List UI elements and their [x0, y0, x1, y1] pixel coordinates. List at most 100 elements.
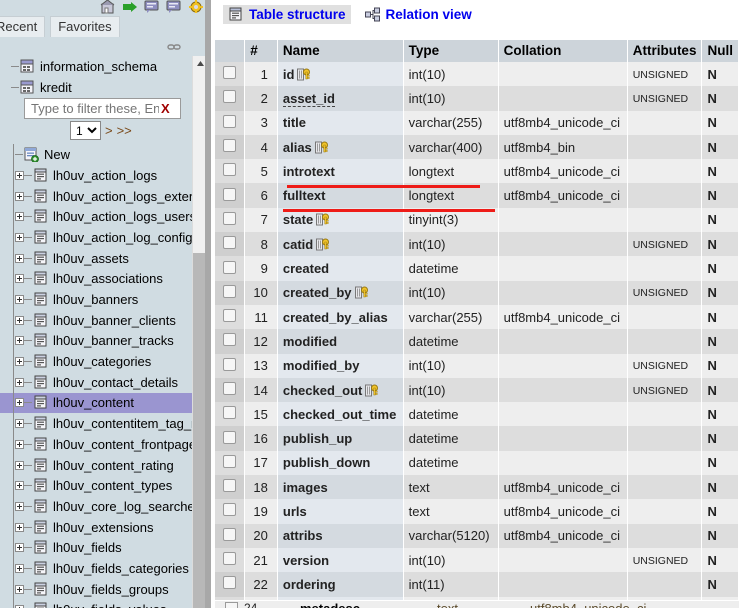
row-select-cell[interactable]	[215, 256, 246, 281]
sidebar-item-lh0uv_assets[interactable]: lh0uv_assets	[0, 247, 196, 269]
sidebar-scrollbar[interactable]	[192, 56, 207, 608]
row-checkbox[interactable]	[223, 163, 237, 177]
column-header-attributes[interactable]: Attributes	[627, 40, 703, 62]
sidebar-item-lh0uv_action_logs[interactable]: lh0uv_action_logs	[0, 165, 196, 186]
table-row[interactable]: 19 urls text utf8mb4_unicode_ci N	[215, 499, 739, 524]
sidebar-resize-divider[interactable]	[205, 0, 211, 608]
sidebar-item-lh0uv_content[interactable]: lh0uv_content	[0, 392, 196, 414]
row-select-cell[interactable]	[215, 183, 246, 208]
row-checkbox[interactable]	[223, 454, 237, 468]
sidebar-item-lh0uv_action_logs_extens[interactable]: lh0uv_action_logs_extens	[0, 185, 196, 207]
expand-icon[interactable]	[15, 212, 24, 222]
table-row[interactable]: 24 metadesc text utf8mb4_unicode_ci	[215, 600, 739, 608]
column-name-cell[interactable]: images	[277, 475, 404, 500]
expand-icon[interactable]	[15, 357, 24, 367]
row-checkbox[interactable]	[223, 333, 237, 347]
expand-icon[interactable]	[15, 563, 24, 573]
row-checkbox[interactable]	[223, 284, 237, 298]
tab-favorites[interactable]: Favorites	[50, 15, 120, 37]
expand-icon[interactable]	[15, 315, 24, 325]
expand-icon[interactable]	[15, 543, 24, 553]
table-row[interactable]: 22 ordering int(11) N	[215, 572, 739, 597]
expand-icon[interactable]	[15, 439, 24, 449]
comment-icon[interactable]	[166, 0, 183, 14]
column-header-collation[interactable]: Collation	[498, 40, 628, 62]
row-checkbox[interactable]	[223, 309, 237, 323]
column-name-cell[interactable]: asset_id	[277, 86, 404, 111]
page-select[interactable]: 1	[70, 121, 101, 140]
tab-recent[interactable]: Recent	[0, 15, 46, 37]
row-select-cell[interactable]	[215, 134, 246, 160]
sidebar-item-lh0uv_content_frontpage[interactable]: lh0uv_content_frontpage	[0, 434, 196, 455]
column-name[interactable]: metadesc	[300, 601, 360, 608]
search-input[interactable]	[29, 100, 161, 117]
table-filter-box[interactable]: X	[24, 98, 181, 119]
row-select-cell[interactable]	[215, 280, 246, 305]
expand-icon[interactable]	[15, 253, 24, 263]
table-row[interactable]: 2 asset_id int(10) UNSIGNED N	[215, 86, 739, 111]
row-select-cell[interactable]	[215, 499, 246, 524]
expand-icon[interactable]	[15, 232, 24, 242]
expand-icon[interactable]	[15, 170, 24, 180]
column-name-cell[interactable]: alias	[277, 134, 404, 160]
row-select-cell[interactable]	[215, 232, 246, 257]
row-select-cell[interactable]	[215, 475, 246, 500]
column-name-cell[interactable]: version	[277, 547, 404, 573]
column-name-cell[interactable]: checked_out	[277, 377, 404, 403]
row-select-cell[interactable]	[215, 572, 246, 597]
row-select-cell[interactable]	[215, 377, 246, 403]
next-page-link[interactable]: >	[105, 123, 113, 138]
tab-relation-view[interactable]: Relation view	[360, 5, 477, 24]
settings-icon[interactable]	[188, 0, 205, 14]
row-select-cell[interactable]	[215, 304, 246, 330]
row-select-cell[interactable]	[215, 207, 246, 233]
sidebar-item-lh0uv_core_log_searches[interactable]: lh0uv_core_log_searches	[0, 496, 196, 517]
column-name-cell[interactable]: modified	[277, 329, 404, 354]
tree-item-information-schema[interactable]: information_schema	[0, 56, 196, 77]
column-name-cell[interactable]: ordering	[277, 572, 404, 597]
row-checkbox[interactable]	[223, 552, 237, 566]
column-name-cell[interactable]: created	[277, 256, 404, 281]
expand-icon[interactable]	[15, 522, 24, 532]
chain-link-icon[interactable]	[167, 41, 181, 51]
column-name-cell[interactable]: urls	[277, 499, 404, 524]
expand-icon[interactable]	[15, 377, 24, 387]
sidebar-item-lh0uv_banners[interactable]: lh0uv_banners	[0, 289, 196, 310]
row-checkbox[interactable]	[223, 139, 237, 153]
expand-icon[interactable]	[15, 336, 24, 346]
table-row[interactable]: 8 catid int(10) UNSIGNED N	[215, 232, 739, 257]
table-row[interactable]: 16 publish_up datetime N	[215, 426, 739, 451]
sidebar-item-lh0uv_fields_groups[interactable]: lh0uv_fields_groups	[0, 578, 196, 600]
row-checkbox[interactable]	[223, 114, 237, 128]
sidebar-item-lh0uv_contentitem_tag_m[interactable]: lh0uv_contentitem_tag_m	[0, 413, 196, 434]
table-row[interactable]: 1 id int(10) UNSIGNED N	[215, 62, 739, 87]
row-checkbox[interactable]	[223, 527, 237, 541]
column-name-cell[interactable]: title	[277, 110, 404, 135]
row-checkbox[interactable]	[223, 382, 237, 395]
row-select-cell[interactable]	[215, 110, 246, 135]
column-name-cell[interactable]: publish_up	[277, 426, 404, 451]
expand-icon[interactable]	[15, 274, 24, 284]
expand-icon[interactable]	[15, 584, 24, 594]
sidebar-item-lh0uv_banner_tracks[interactable]: lh0uv_banner_tracks	[0, 330, 196, 352]
column-name-cell[interactable]: attribs	[277, 523, 404, 548]
column-header-null[interactable]: Null	[701, 40, 739, 62]
table-row[interactable]: 4 alias varchar(400) utf8mb4_bin N	[215, 134, 739, 160]
row-checkbox[interactable]	[223, 260, 237, 274]
expand-icon[interactable]	[15, 398, 24, 408]
row-select-cell[interactable]	[215, 402, 246, 427]
sidebar-item-lh0uv_contact_details[interactable]: lh0uv_contact_details	[0, 371, 196, 393]
table-row[interactable]: 9 created datetime N	[215, 256, 739, 281]
sidebar-item-lh0uv_fields[interactable]: lh0uv_fields	[0, 537, 196, 559]
table-row[interactable]: 5 introtext longtext utf8mb4_unicode_ci N	[215, 159, 739, 184]
row-checkbox[interactable]	[223, 406, 237, 420]
row-checkbox[interactable]	[225, 602, 238, 608]
row-select-cell[interactable]	[215, 62, 246, 87]
row-checkbox[interactable]	[223, 430, 237, 444]
sidebar-item-lh0uv_action_logs_users[interactable]: lh0uv_action_logs_users	[0, 206, 196, 228]
table-row[interactable]: 11 created_by_alias varchar(255) utf8mb4_un…	[215, 304, 739, 330]
row-select-cell[interactable]	[215, 329, 246, 354]
row-checkbox[interactable]	[223, 236, 237, 250]
expand-icon[interactable]	[15, 191, 24, 201]
table-row[interactable]: 14 checked_out int(10) UNSIGNED N	[215, 377, 739, 403]
